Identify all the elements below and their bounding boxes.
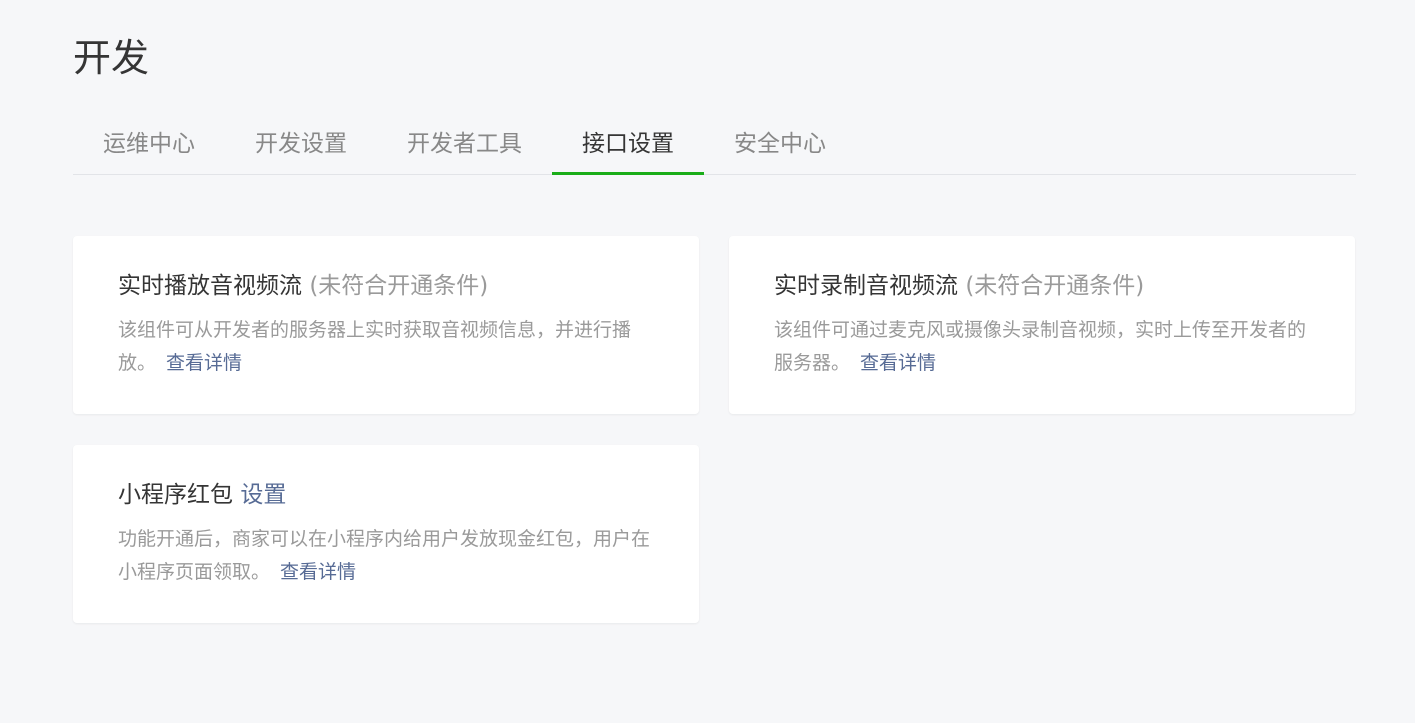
tab-dev-settings[interactable]: 开发设置 (225, 118, 377, 174)
card-description: 该组件可通过麦克风或摄像头录制音视频，实时上传至开发者的服务器。 查看详情 (774, 314, 1310, 380)
card-red-packet: 小程序红包 设置 功能开通后，商家可以在小程序内给用户发放现金红包，用户在小程序… (73, 445, 699, 623)
card-title-text: 实时播放音视频流 (118, 273, 302, 299)
card-description: 该组件可从开发者的服务器上实时获取音视频信息，并进行播放。 查看详情 (118, 314, 654, 380)
tab-bar: 运维中心 开发设置 开发者工具 接口设置 安全中心 (73, 118, 1356, 175)
card-title: 小程序红包 设置 (118, 475, 654, 515)
tab-security-center[interactable]: 安全中心 (704, 118, 856, 174)
page: 开发 运维中心 开发设置 开发者工具 接口设置 安全中心 实时播放音视频流 (未… (0, 0, 1415, 723)
card-description-text: 该组件可通过麦克风或摄像头录制音视频，实时上传至开发者的服务器。 (774, 319, 1307, 374)
card-title-text: 实时录制音视频流 (774, 273, 958, 299)
card-live-player: 实时播放音视频流 (未符合开通条件) 该组件可从开发者的服务器上实时获取音视频信… (73, 236, 699, 414)
tab-dev-tools[interactable]: 开发者工具 (377, 118, 552, 174)
card-status: (未符合开通条件) (309, 273, 489, 299)
tab-api-settings[interactable]: 接口设置 (552, 118, 704, 175)
card-status: (未符合开通条件) (965, 273, 1145, 299)
card-live-pusher: 实时录制音视频流 (未符合开通条件) 该组件可通过麦克风或摄像头录制音视频，实时… (729, 236, 1355, 414)
settings-link[interactable]: 设置 (240, 482, 286, 508)
tab-ops-center[interactable]: 运维中心 (73, 118, 225, 174)
card-title-text: 小程序红包 (118, 482, 233, 508)
card-title: 实时播放音视频流 (未符合开通条件) (118, 266, 654, 306)
view-details-link[interactable]: 查看详情 (166, 352, 242, 374)
view-details-link[interactable]: 查看详情 (860, 352, 936, 374)
card-title: 实时录制音视频流 (未符合开通条件) (774, 266, 1310, 306)
card-description-text: 功能开通后，商家可以在小程序内给用户发放现金红包，用户在小程序页面领取。 (118, 528, 651, 583)
page-title: 开发 (73, 36, 150, 80)
card-description: 功能开通后，商家可以在小程序内给用户发放现金红包，用户在小程序页面领取。 查看详情 (118, 523, 654, 589)
view-details-link[interactable]: 查看详情 (280, 561, 356, 583)
